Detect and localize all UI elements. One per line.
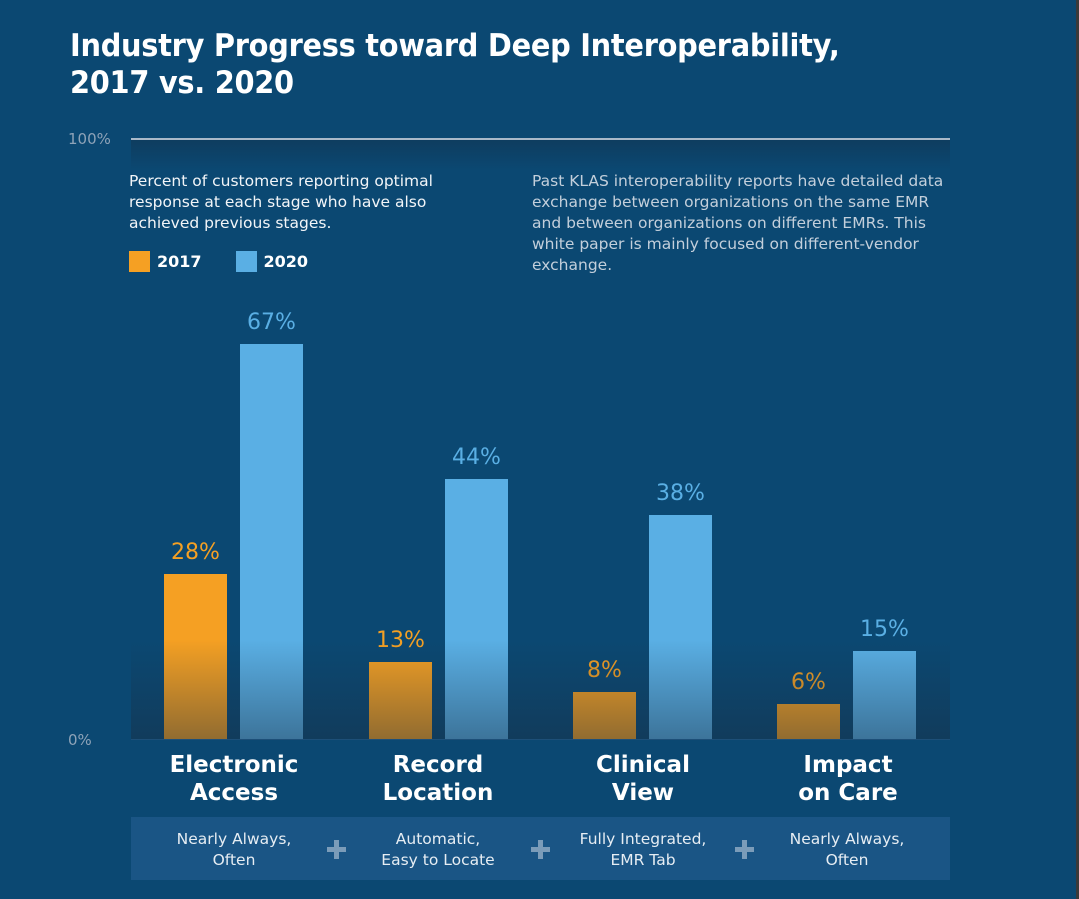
bar-clinical-view-2020 <box>649 514 712 739</box>
data-label-record-location-2020: 44% <box>452 445 501 471</box>
bar-electronic-access-2017 <box>164 573 227 739</box>
legend-item-2017: 2017 <box>129 251 202 272</box>
description-line1: Fully Integrated, <box>579 830 707 848</box>
category-label-line1: Impact <box>803 752 893 778</box>
description-line1: Automatic, <box>395 830 481 848</box>
stage-description-record-location: Automatic, Easy to Locate <box>348 829 528 871</box>
plus-icon <box>530 838 552 860</box>
data-label-impact-on-care-2020: 15% <box>860 616 909 642</box>
baseline <box>131 739 950 740</box>
category-label-line1: Electronic <box>169 752 299 778</box>
stage-description-electronic-access: Nearly Always, Often <box>144 829 324 871</box>
legend-swatch-2017 <box>129 251 150 272</box>
legend-label-2020: 2020 <box>263 252 309 271</box>
bar-clinical-view-2017 <box>573 691 636 739</box>
bar-electronic-access-2020 <box>240 343 303 739</box>
bar-record-location-2020 <box>445 479 508 739</box>
category-label-line2: on Care <box>798 780 898 806</box>
description-line2: Easy to Locate <box>381 851 495 869</box>
top-shadow <box>131 140 950 170</box>
category-label-line2: View <box>611 780 675 806</box>
stage-description-clinical-view: Fully Integrated, EMR Tab <box>553 829 733 871</box>
legend-swatch-2020 <box>235 251 257 272</box>
chart-note: Past KLAS interoperability reports have … <box>532 172 944 274</box>
category-label-line2: Location <box>382 780 494 806</box>
y-tick-label-max: 100% <box>68 130 111 148</box>
plus-icon <box>734 838 756 860</box>
description-line2: EMR Tab <box>610 851 676 869</box>
stage-description-impact-on-care: Nearly Always, Often <box>757 829 937 871</box>
chart-title: Industry Progress toward Deep Interopera… <box>70 28 840 101</box>
bar-record-location-2017 <box>369 662 432 739</box>
category-label-impact-on-care: Impact on Care <box>753 751 943 807</box>
description-line2: Often <box>825 851 869 869</box>
legend-label-2017: 2017 <box>157 252 202 271</box>
category-label-line1: Clinical <box>596 752 690 778</box>
category-label-electronic-access: Electronic Access <box>139 751 329 807</box>
data-label-electronic-access-2020: 67% <box>247 309 296 335</box>
data-label-clinical-view-2020: 38% <box>656 480 705 506</box>
category-label-line2: Access <box>189 780 279 806</box>
category-label-clinical-view: Clinical View <box>548 751 738 807</box>
category-label-line1: Record <box>392 752 484 778</box>
description-line1: Nearly Always, <box>789 830 905 848</box>
bar-impact-on-care-2020 <box>853 650 916 739</box>
plus-icon <box>326 838 348 860</box>
data-label-clinical-view-2017: 8% <box>587 657 622 683</box>
chart-subtitle: Percent of customers reporting optimal r… <box>129 172 433 232</box>
description-line2: Often <box>212 851 256 869</box>
description-line1: Nearly Always, <box>176 830 292 848</box>
legend: 2017 2020 <box>129 251 342 272</box>
data-label-record-location-2017: 13% <box>376 628 425 654</box>
y-tick-label-min: 0% <box>68 731 92 749</box>
data-label-impact-on-care-2017: 6% <box>791 669 826 695</box>
legend-item-2020: 2020 <box>235 251 309 272</box>
bar-impact-on-care-2017 <box>777 703 840 739</box>
category-label-record-location: Record Location <box>343 751 533 807</box>
data-label-electronic-access-2017: 28% <box>171 539 220 565</box>
